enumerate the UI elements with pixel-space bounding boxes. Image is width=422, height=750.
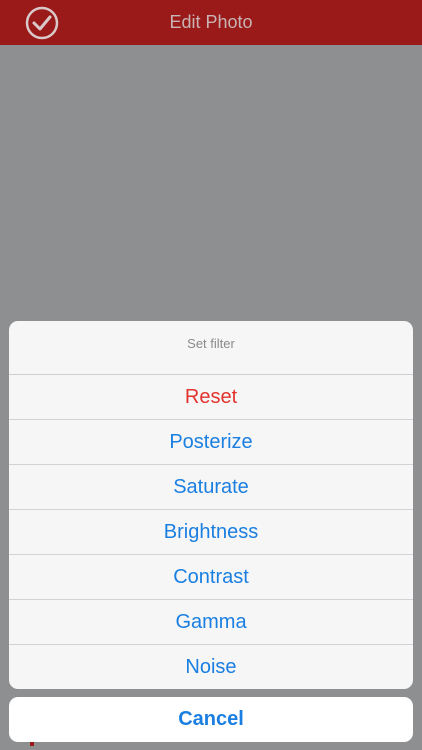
page-title: Edit Photo [169, 12, 253, 32]
navigation-bar: Edit Photo [0, 0, 422, 45]
brightness-filter-button[interactable]: Brightness [9, 510, 413, 555]
cancel-button[interactable]: Cancel [9, 697, 413, 742]
saturate-filter-button[interactable]: Saturate [9, 465, 413, 510]
reset-filter-button[interactable]: Reset [9, 375, 413, 420]
gamma-filter-button[interactable]: Gamma [9, 600, 413, 645]
noise-filter-button[interactable]: Noise [9, 645, 413, 689]
filter-action-sheet: Set filter Reset Posterize Saturate Brig… [9, 321, 413, 689]
action-sheet-title: Set filter [9, 321, 413, 375]
contrast-filter-button[interactable]: Contrast [9, 555, 413, 600]
posterize-filter-button[interactable]: Posterize [9, 420, 413, 465]
